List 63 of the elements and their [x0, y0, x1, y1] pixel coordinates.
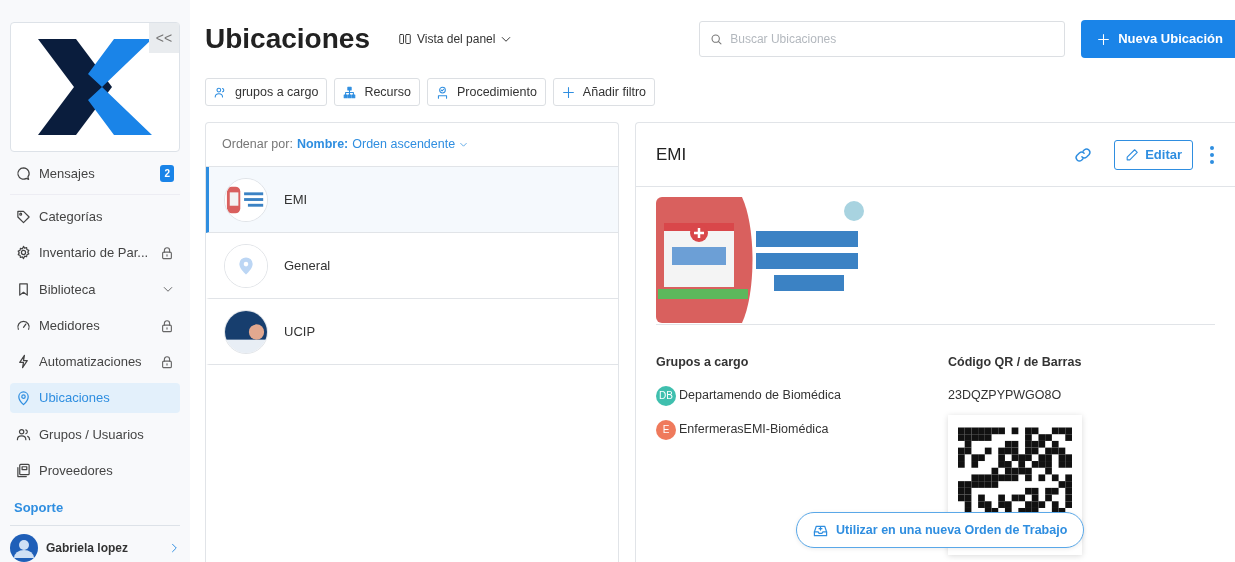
sidebar-item[interactable]: Proveedores — [10, 455, 180, 486]
pencil-icon — [1125, 147, 1140, 162]
plus-icon — [561, 85, 575, 99]
location-image — [224, 177, 268, 222]
gear-icon — [16, 245, 31, 261]
groups-heading: Grupos a cargo — [656, 354, 750, 371]
view-dropdown[interactable]: Vista del panel — [391, 29, 519, 49]
new-location-button[interactable]: Nueva Ubicación — [1081, 20, 1235, 58]
sidebar-item[interactable]: Categorías — [10, 201, 180, 232]
filter-button[interactable]: grupos a cargo — [205, 78, 328, 106]
code-heading: Código QR / de Barras — [948, 354, 1082, 371]
location-row[interactable]: General — [206, 233, 618, 299]
clipboard-check-icon — [435, 85, 449, 99]
sort-dropdown[interactable]: Nombre: Orden ascendente — [296, 135, 469, 154]
photo-placeholder — [224, 309, 268, 354]
columns-icon — [397, 33, 412, 45]
pin-icon — [16, 390, 31, 406]
tag-icon — [16, 209, 31, 225]
search-field[interactable]: Buscar Ubicaciones — [699, 21, 1066, 57]
lock-icon — [160, 354, 174, 369]
bookmark-icon — [16, 281, 31, 297]
chevron-down-icon — [459, 140, 469, 149]
group-avatar: DB — [656, 385, 676, 406]
hierarchy-icon — [343, 85, 357, 99]
new-work-order-button[interactable]: Utilizar en una nueva Orden de Trabajo — [796, 512, 1085, 548]
lock-icon — [160, 246, 174, 260]
group-avatar: E — [656, 419, 676, 440]
location-name: EMI — [284, 190, 308, 209]
code-value: 23DQZPYPWGO8O — [948, 386, 1063, 404]
filter-button[interactable]: Procedimiento — [426, 78, 546, 106]
count-badge: 2 — [160, 164, 174, 182]
location-name: General — [284, 256, 331, 275]
users-icon — [16, 426, 31, 442]
more-options-icon[interactable] — [1209, 144, 1215, 165]
chat-icon — [16, 165, 31, 181]
page-title: Ubicaciones — [205, 22, 370, 56]
users-icon — [214, 85, 227, 99]
vendor-icon — [16, 463, 31, 479]
location-name: UCIP — [284, 322, 316, 341]
group-name: Departamendo de Biomédica — [679, 387, 841, 405]
link-icon — [1074, 145, 1093, 164]
sidebar-item[interactable]: Inventario de Par... — [10, 238, 180, 268]
location-row[interactable]: EMI — [206, 167, 618, 233]
group-name: EnfermerasEMI-Biomédica — [679, 421, 829, 439]
detail-title: EMI — [656, 143, 687, 166]
sidebar-item[interactable]: Medidores — [10, 310, 180, 341]
lightning-icon — [16, 354, 31, 370]
filter-button[interactable]: Recurso — [334, 78, 420, 106]
lock-icon — [160, 318, 174, 333]
filter-button[interactable]: Añadir filtro — [552, 78, 656, 106]
plus-icon — [1097, 32, 1111, 46]
sidebar-item[interactable]: Biblioteca — [10, 274, 180, 305]
location-pin-icon — [224, 243, 268, 288]
sidebar-item[interactable]: Grupos / Usuarios — [10, 419, 180, 450]
sidebar-item[interactable]: Automatizaciones — [10, 346, 180, 377]
sort-label: Ordenar por: — [222, 136, 293, 154]
section-heading: Soporte — [13, 498, 65, 517]
location-row[interactable]: UCIP — [206, 299, 618, 365]
collapse-button[interactable]: << — [149, 23, 179, 53]
sidebar-item[interactable]: Mensajes 2 — [10, 158, 180, 189]
user-name: Gabriela lopez — [46, 540, 130, 558]
avatar-icon — [10, 534, 38, 562]
logo-icon — [38, 39, 152, 135]
